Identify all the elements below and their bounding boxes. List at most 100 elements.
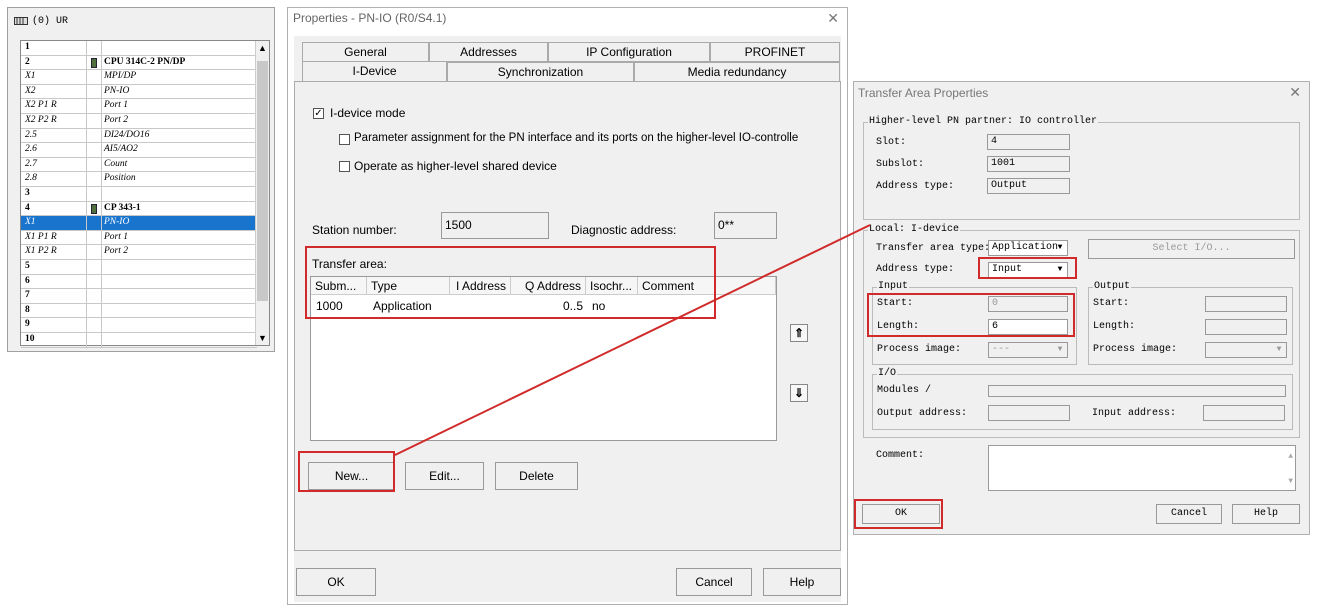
comment-field[interactable]: ▲ ▼ — [988, 445, 1296, 491]
process-image-select[interactable]: --- ▼ — [988, 342, 1068, 358]
rack-row[interactable]: 10 — [21, 333, 257, 348]
help-button[interactable]: Help — [763, 568, 841, 596]
scroll-up-icon[interactable]: ▲ — [1288, 452, 1293, 461]
tab-media-redundancy[interactable]: Media redundancy — [634, 62, 840, 82]
rack-row[interactable]: X1 PN-IO — [21, 216, 257, 231]
highlight-new-button — [298, 451, 395, 492]
idevice-mode-label: I-device mode — [330, 106, 406, 120]
rack-row[interactable]: 6 — [21, 275, 257, 290]
rack-slot: X2 — [25, 85, 36, 96]
rack-row[interactable]: 2.7 Count — [21, 158, 257, 173]
rack-module: CPU 314C-2 PN/DP — [104, 56, 186, 67]
dialog-title: Properties - PN-IO (R0/S4.1) — [293, 11, 447, 25]
rack-slot: 10 — [25, 334, 35, 344]
rack-row[interactable]: 2.8 Position — [21, 172, 257, 187]
station-number-label: Station number: — [312, 223, 397, 237]
rack-divider — [101, 41, 102, 347]
rack-module: Count — [104, 158, 128, 169]
rack-slot: X1 P1 R — [25, 231, 57, 242]
param-assign-label: Parameter assignment for the PN interfac… — [354, 132, 799, 144]
cancel-button[interactable]: Cancel — [676, 568, 752, 596]
edit-button[interactable]: Edit... — [405, 462, 484, 490]
group-label: Local: I-device — [868, 224, 961, 235]
input-address-field[interactable] — [1203, 405, 1285, 421]
diagnostic-address-field[interactable]: 0** — [714, 212, 777, 239]
select-io-button[interactable]: Select I/O... — [1088, 239, 1295, 259]
chevron-down-icon: ▼ — [1276, 345, 1282, 354]
param-assign-checkbox[interactable] — [339, 134, 350, 145]
rack-row[interactable]: 5 — [21, 260, 257, 275]
rack-slot: X2 P2 R — [25, 115, 57, 125]
output-start-field[interactable] — [1205, 296, 1287, 312]
group-label: Output — [1093, 281, 1132, 292]
close-icon[interactable]: ✕ — [1289, 84, 1301, 101]
rack-slot: 7 — [25, 290, 30, 301]
output-length-field[interactable] — [1205, 319, 1287, 335]
rack-row[interactable]: 2.6 AI5/AO2 — [21, 143, 257, 158]
tab-addresses[interactable]: Addresses — [429, 42, 548, 62]
tab-ip-configuration[interactable]: IP Configuration — [548, 42, 710, 62]
output-address-field[interactable] — [988, 405, 1070, 421]
rack-row[interactable]: 3 — [21, 187, 257, 202]
rack-row[interactable]: 8 — [21, 304, 257, 319]
rack-module: DI24/DO16 — [104, 129, 150, 140]
modules-field[interactable] — [988, 385, 1286, 397]
tab-i-device[interactable]: I-Device — [302, 61, 447, 81]
address-type-higher-field: Output — [987, 178, 1070, 194]
cancel-button[interactable]: Cancel — [1156, 504, 1222, 524]
rack-module: PN-IO — [104, 85, 130, 96]
group-label: Input — [877, 281, 910, 292]
rack-module: AI5/AO2 — [104, 144, 138, 155]
io-group: I/O Modules / Output address: Input addr… — [872, 368, 1293, 430]
station-number-field[interactable]: 1500 — [441, 212, 549, 239]
slot-label: Slot: — [876, 137, 907, 148]
chevron-down-icon: ▼ — [1057, 345, 1063, 354]
transfer-area-type-select[interactable]: Application ▼ — [988, 240, 1068, 256]
delete-button[interactable]: Delete — [495, 462, 578, 490]
idevice-mode-checkbox[interactable]: ✓ — [313, 108, 324, 119]
highlight-transfer-area — [305, 246, 716, 319]
tab-synchronization[interactable]: Synchronization — [447, 62, 634, 82]
scroll-down-icon[interactable]: ▼ — [258, 333, 267, 343]
help-button[interactable]: Help — [1232, 504, 1300, 524]
rack-row[interactable]: 7 — [21, 289, 257, 304]
rack-row[interactable]: X1 P1 R Port 1 — [21, 231, 257, 246]
scroll-up-icon[interactable]: ▲ — [258, 43, 267, 53]
rack-row[interactable]: X2 P1 R Port 1 — [21, 99, 257, 114]
rack-slot: X1 — [25, 217, 36, 228]
rack-row[interactable]: 4 CP 343-1 — [21, 202, 257, 217]
rack-row[interactable]: X1 MPI/DP — [21, 70, 257, 85]
rack-table[interactable]: 1 2 CPU 314C-2 PN/DP X1 MPI/DP X2 PN-IO X2 P1 R… — [20, 40, 270, 348]
close-icon[interactable]: ✕ — [827, 10, 839, 27]
scroll-down-icon[interactable]: ▼ — [1288, 477, 1293, 486]
rack-slot: X1 — [25, 71, 36, 82]
output-group: Output Start: Length: Process image: ▼ — [1088, 281, 1293, 365]
rack-row[interactable]: X1 P2 R Port 2 — [21, 245, 257, 260]
ok-button[interactable]: OK — [296, 568, 376, 596]
rack-row[interactable]: X2 PN-IO — [21, 85, 257, 100]
move-up-icon[interactable]: ⇑ — [790, 324, 808, 342]
rack-module: Port 2 — [104, 115, 129, 125]
higher-level-group: Higher-level PN partner: IO controller S… — [863, 116, 1300, 220]
output-start-label: Start: — [1093, 298, 1130, 309]
rack-scrollbar[interactable]: ▲ ▼ — [255, 41, 269, 345]
rack-row[interactable]: X2 P2 R Port 2 — [21, 114, 257, 129]
output-process-image-select[interactable]: ▼ — [1205, 342, 1287, 358]
tab-profinet[interactable]: PROFINET — [710, 42, 840, 62]
output-address-label: Output address: — [877, 408, 968, 419]
rack-module: MPI/DP — [104, 71, 137, 82]
rack-slot: 8 — [25, 304, 30, 315]
rack-row[interactable]: 2.5 DI24/DO16 — [21, 129, 257, 144]
shared-device-checkbox[interactable] — [339, 161, 350, 172]
tab-general[interactable]: General — [302, 42, 429, 62]
rack-module: Position — [104, 173, 136, 184]
rack-slot: 1 — [25, 42, 30, 52]
rack-row[interactable]: 9 — [21, 318, 257, 333]
rack-slot: 3 — [25, 188, 30, 198]
rack-slot: 2.8 — [25, 173, 37, 184]
rack-row[interactable]: 2 CPU 314C-2 PN/DP — [21, 56, 257, 71]
move-down-icon[interactable]: ⇓ — [790, 384, 808, 402]
scroll-thumb[interactable] — [257, 61, 268, 301]
rack-row[interactable]: 1 — [21, 41, 257, 56]
rack-slot: 9 — [25, 319, 30, 330]
